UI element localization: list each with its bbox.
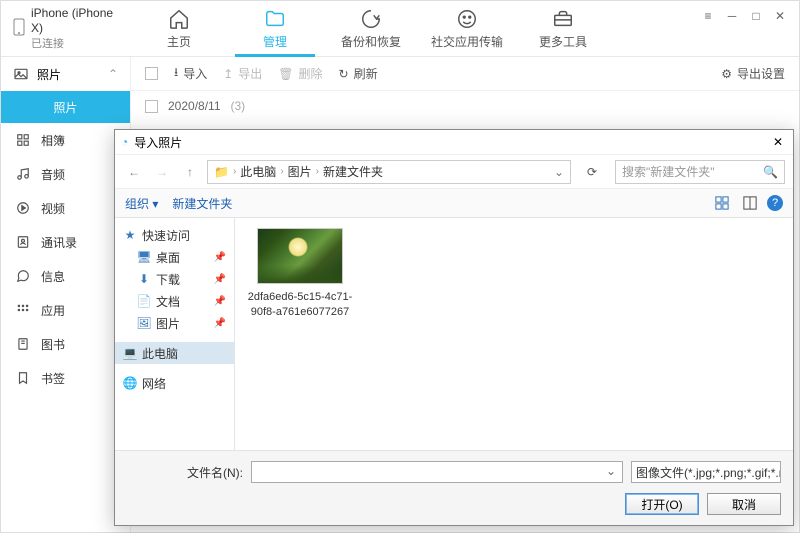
sidebar-contacts[interactable]: 通讯录 [1, 225, 130, 259]
tree-this-pc[interactable]: 💻此电脑 [115, 342, 234, 364]
category-photos[interactable]: 照片 ⌃ [1, 57, 130, 91]
search-icon: 🔍 [763, 165, 778, 179]
pin-icon: 📌 [214, 296, 226, 307]
file-name: 2dfa6ed6-5c15-4c71-90f8-a761e6077267 [245, 290, 355, 320]
refresh-icon: ↻ [339, 67, 349, 81]
gear-icon: ⚙ [721, 67, 732, 81]
music-icon [15, 166, 31, 182]
search-input[interactable]: 搜索"新建文件夹" 🔍 [615, 160, 785, 184]
home-icon [168, 8, 190, 30]
address-refresh-icon[interactable]: ⟳ [581, 161, 603, 183]
folder-icon [264, 8, 286, 30]
document-icon: 📄 [137, 294, 151, 308]
help-icon[interactable]: ? [767, 195, 783, 211]
tree-network[interactable]: 🌐网络 [115, 372, 234, 394]
chevron-up-icon: ⌃ [108, 67, 118, 81]
filetype-filter[interactable]: 图像文件(*.jpg;*.png;*.gif;*.mov [631, 461, 781, 483]
view-thumbnails-icon[interactable] [711, 192, 733, 214]
export-settings-button[interactable]: ⚙导出设置 [721, 65, 785, 82]
backup-icon [360, 8, 382, 30]
contacts-icon [15, 234, 31, 250]
desktop-icon: 🖥 [137, 250, 151, 264]
app-icon: ◔ [121, 135, 128, 149]
filename-input[interactable] [251, 461, 623, 483]
file-item[interactable]: 2dfa6ed6-5c15-4c71-90f8-a761e6077267 [245, 228, 355, 320]
social-icon [456, 8, 478, 30]
new-folder-button[interactable]: 新建文件夹 [172, 195, 232, 212]
maximize-icon[interactable]: □ [749, 9, 763, 23]
nav-back-icon[interactable]: ← [123, 161, 145, 183]
apps-icon [15, 302, 31, 318]
nav-home[interactable]: 主页 [131, 1, 227, 56]
pin-icon: 📌 [214, 252, 226, 263]
close-icon[interactable]: ✕ [773, 9, 787, 23]
trash-icon: 🗑 [278, 67, 293, 81]
pin-icon: 📌 [214, 318, 226, 329]
tab-photos[interactable]: 照片 [1, 91, 130, 123]
tree-pictures[interactable]: 🖼图片📌 [115, 312, 234, 334]
grid-icon [15, 132, 31, 148]
device-status: 已连接 [31, 37, 119, 51]
book-icon [15, 336, 31, 352]
sidebar-messages[interactable]: 信息 [1, 259, 130, 293]
message-icon [15, 268, 31, 284]
minimize-icon[interactable]: ─ [725, 9, 739, 23]
menu-icon[interactable]: ≡ [701, 9, 715, 23]
view-details-icon[interactable] [739, 192, 761, 214]
star-icon: ★ [123, 228, 137, 242]
nav-manage[interactable]: 管理 [227, 1, 323, 56]
sidebar-apps[interactable]: 应用 [1, 293, 130, 327]
export-icon: ↥ [223, 67, 233, 81]
import-icon: ⭳ [174, 63, 178, 84]
tree-quick-access[interactable]: ★快速访问 [115, 224, 234, 246]
folder-tree: ★快速访问 🖥桌面📌 ⬇下载📌 📄文档📌 🖼图片📌 💻此电脑 🌐网络 [115, 218, 235, 450]
tree-documents[interactable]: 📄文档📌 [115, 290, 234, 312]
delete-button[interactable]: 🗑删除 [278, 65, 322, 82]
sidebar-bookmarks[interactable]: 书签 [1, 361, 130, 395]
nav-backup[interactable]: 备份和恢复 [323, 1, 419, 56]
sidebar-video[interactable]: 视频 [1, 191, 130, 225]
dialog-close-icon[interactable]: ✕ [769, 135, 787, 149]
phone-icon [13, 18, 25, 39]
bookmark-icon [15, 370, 31, 386]
sidebar-books[interactable]: 图书 [1, 327, 130, 361]
tree-downloads[interactable]: ⬇下载📌 [115, 268, 234, 290]
sidebar-albums[interactable]: 相簿 [1, 123, 130, 157]
import-button[interactable]: ⭳导入 [174, 63, 207, 84]
video-icon [15, 200, 31, 216]
nav-more[interactable]: 更多工具 [515, 1, 611, 56]
filename-label: 文件名(N): [127, 464, 243, 481]
device-name: iPhone (iPhone X) [31, 6, 119, 37]
import-dialog: ◔ 导入照片 ✕ ← → ↑ 📁 › 此电脑 › 图片 › 新建文件夹 ⌄ ⟳ … [114, 129, 794, 526]
image-icon [13, 66, 29, 82]
cancel-button[interactable]: 取消 [707, 493, 781, 515]
pictures-icon: 🖼 [137, 316, 151, 330]
pin-icon: 📌 [214, 274, 226, 285]
date-group[interactable]: 2020/8/11 (3) [131, 91, 799, 121]
nav-up-icon[interactable]: ↑ [179, 161, 201, 183]
file-thumbnail [257, 228, 343, 284]
network-icon: 🌐 [123, 376, 137, 390]
device-info: iPhone (iPhone X) 已连接 [1, 1, 131, 56]
open-button[interactable]: 打开(O) [625, 493, 699, 515]
nav-social[interactable]: 社交应用传输 [419, 1, 515, 56]
address-bar[interactable]: 📁 › 此电脑 › 图片 › 新建文件夹 ⌄ [207, 160, 571, 184]
select-all-checkbox[interactable] [145, 67, 158, 80]
pc-icon: 💻 [123, 346, 137, 360]
dialog-title: 导入照片 [134, 134, 182, 151]
date-checkbox[interactable] [145, 100, 158, 113]
sidebar-music[interactable]: 音频 [1, 157, 130, 191]
nav-forward-icon[interactable]: → [151, 161, 173, 183]
organize-menu[interactable]: 组织 ▾ [125, 195, 158, 212]
download-icon: ⬇ [137, 272, 151, 286]
refresh-button[interactable]: ↻刷新 [339, 65, 378, 82]
toolbox-icon [552, 8, 574, 30]
export-button[interactable]: ↥导出 [223, 65, 262, 82]
tree-desktop[interactable]: 🖥桌面📌 [115, 246, 234, 268]
address-dropdown-icon[interactable]: ⌄ [554, 165, 564, 179]
folder-icon: 📁 [214, 165, 229, 179]
